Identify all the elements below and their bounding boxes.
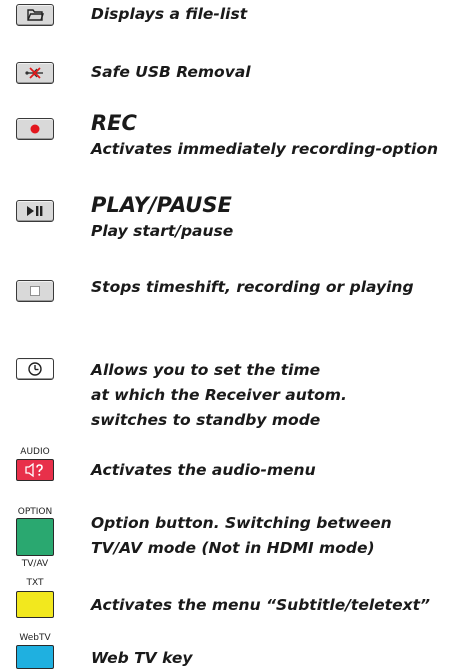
usb-removal-key[interactable] [16,62,54,84]
webtv-key[interactable] [16,645,54,669]
txt-key[interactable] [16,591,54,618]
rec-key[interactable] [16,118,54,140]
play-pause-key[interactable] [16,200,54,222]
webtv-description: Web TV key [91,649,193,667]
audio-key-label: AUDIO [20,447,50,457]
option-description-line-2: TV/AV mode (Not in HDMI mode) [91,539,375,557]
tv-av-key-label: TV/AV [21,559,49,569]
stop-icon [30,286,40,296]
usb-remove-icon [25,67,43,79]
play-pause-icon [27,206,43,216]
audio-key[interactable] [16,459,54,481]
timer-description-line-2: at which the Receiver autom. [91,386,347,404]
rec-title: REC [91,111,137,135]
record-icon [30,124,40,134]
play-pause-title: PLAY/PAUSE [91,193,232,217]
play-pause-description: Play start/pause [91,222,234,240]
folder-icon [27,9,44,21]
audio-description: Activates the audio-menu [91,461,316,479]
option-key-label: OPTION [17,507,53,517]
rec-description: Activates immediately recording-option [91,140,439,158]
stop-description: Stops timeshift, recording or playing [91,278,414,296]
timer-description-line-1: Allows you to set the time [91,361,321,379]
stop-key[interactable] [16,280,54,302]
clock-icon [28,362,42,376]
file-list-description: Displays a file-list [91,5,248,23]
txt-description: Activates the menu “Subtitle/teletext” [91,596,430,614]
timer-description-line-3: switches to standby mode [91,411,321,429]
webtv-key-label: WebTV [19,633,51,643]
option-description-line-1: Option button. Switching between [91,514,392,532]
txt-key-label: TXT [26,578,44,588]
option-key[interactable] [16,518,54,556]
timer-key[interactable] [16,358,54,380]
speaker-question-icon [25,462,43,478]
usb-removal-description: Safe USB Removal [91,63,251,81]
file-list-key[interactable] [16,4,54,26]
